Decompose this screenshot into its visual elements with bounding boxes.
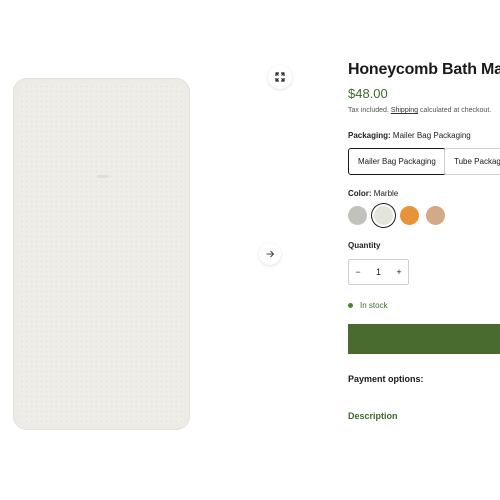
stock-dot-icon [348, 303, 353, 309]
packaging-option-tube[interactable]: Tube Packaging [444, 148, 500, 175]
mat-logo-mark [97, 175, 109, 178]
next-image-button[interactable] [259, 243, 281, 265]
swatch-orange[interactable] [400, 206, 419, 225]
product-gallery [0, 0, 330, 500]
packaging-option-mailer-bag[interactable]: Mailer Bag Packaging [348, 148, 446, 175]
description-toggle[interactable]: Description [348, 411, 398, 421]
tax-note: Tax included. Shipping calculated at che… [348, 107, 491, 114]
quantity-increase-button[interactable]: + [390, 260, 408, 284]
expand-icon [275, 72, 285, 82]
tax-prefix: Tax included. [348, 107, 391, 114]
swatch-tan[interactable] [426, 206, 445, 225]
arrow-right-icon [266, 250, 275, 258]
quantity-label: Quantity [348, 241, 381, 250]
product-image-bath-mat[interactable] [13, 78, 190, 430]
quantity-decrease-button[interactable]: − [349, 260, 367, 284]
shipping-link[interactable]: Shipping [391, 107, 418, 114]
add-to-cart-button[interactable] [348, 324, 500, 354]
zoom-button[interactable] [268, 65, 292, 89]
swatch-grey[interactable] [348, 206, 367, 225]
product-title: Honeycomb Bath Mat [348, 61, 500, 78]
stock-status: In stock [348, 301, 388, 310]
packaging-label-key: Packaging: [348, 131, 391, 140]
packaging-selected-value: Mailer Bag Packaging [392, 131, 471, 140]
quantity-stepper: − 1 + [348, 259, 409, 285]
color-label-key: Color: [348, 189, 372, 198]
stock-text: In stock [360, 301, 388, 310]
color-selected-value: Marble [373, 189, 399, 198]
payment-options-label: Payment options: [348, 374, 424, 384]
swatch-marble[interactable] [374, 206, 393, 225]
product-price: $48.00 [348, 86, 388, 101]
packaging-label: Packaging: Mailer Bag Packaging [348, 131, 471, 140]
quantity-input[interactable]: 1 [369, 260, 388, 284]
tax-suffix: calculated at checkout. [418, 107, 492, 114]
mat-texture [19, 84, 184, 424]
color-label: Color: Marble [348, 189, 398, 198]
